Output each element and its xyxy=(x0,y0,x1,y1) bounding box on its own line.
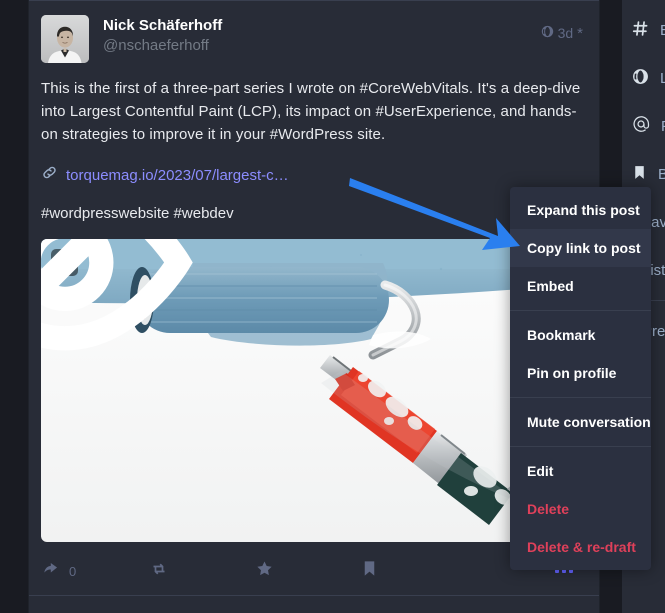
sidebar-label-explore: Explore xyxy=(660,22,665,39)
menu-item-embed[interactable]: Embed xyxy=(510,267,651,305)
favourite-button[interactable] xyxy=(255,559,361,583)
timestamp-text: 3d xyxy=(557,25,574,41)
status-timestamp[interactable]: 3d * xyxy=(541,25,583,41)
status-link-row[interactable]: torquemag.io/2023/07/largest-c… xyxy=(41,164,587,186)
sidebar-item-live-feeds[interactable]: Live feeds xyxy=(622,54,665,102)
author-display-name[interactable]: Nick Schäferhoff xyxy=(103,16,222,35)
star-icon xyxy=(255,559,274,583)
at-icon xyxy=(632,115,650,137)
status-content: This is the first of a three-part series… xyxy=(41,77,587,146)
status-header: Nick Schäferhoff @nschaeferhoff 3d * xyxy=(41,15,587,67)
menu-item-edit[interactable]: Edit xyxy=(510,452,651,490)
bookmark-icon xyxy=(632,164,647,185)
eye-slash-icon xyxy=(41,239,339,414)
sidebar-label-private-mentions: Private mentions xyxy=(661,118,665,135)
reply-arrow-icon xyxy=(43,559,62,583)
hide-media-button[interactable] xyxy=(41,239,193,351)
menu-divider-1 xyxy=(510,310,651,311)
mastodon-post-detail-screen: Nick Schäferhoff @nschaeferhoff 3d * Thi… xyxy=(0,0,665,613)
bookmark-icon xyxy=(361,559,378,583)
status-tags-line[interactable]: #wordpresswebsite #webdev xyxy=(41,205,587,222)
author-handle[interactable]: @nschaeferhoff xyxy=(103,35,222,56)
hashtag-icon xyxy=(632,20,649,41)
status-link[interactable]: torquemag.io/2023/07/largest-c… xyxy=(66,167,289,184)
hashtag-userexperience[interactable]: #UserExperience xyxy=(375,103,492,120)
menu-divider-3 xyxy=(510,446,651,447)
column-bottom-divider xyxy=(29,595,599,596)
globe-icon xyxy=(541,25,554,41)
menu-item-delete[interactable]: Delete xyxy=(510,490,651,528)
avatar[interactable] xyxy=(41,15,89,63)
chain-link-icon xyxy=(41,164,58,186)
menu-item-pin-on-profile[interactable]: Pin on profile xyxy=(510,354,651,392)
reply-count: 0 xyxy=(69,563,77,579)
sidebar-item-explore[interactable]: Explore xyxy=(622,6,665,54)
globe-icon xyxy=(632,68,649,89)
left-gutter xyxy=(0,0,28,613)
edited-marker: * xyxy=(577,25,583,42)
content-text-1: This is the first of a three-part series… xyxy=(41,80,360,97)
reply-button[interactable]: 0 xyxy=(43,559,149,583)
menu-item-bookmark[interactable]: Bookmark xyxy=(510,316,651,354)
bookmark-button[interactable] xyxy=(361,559,467,583)
menu-item-expand-this-post[interactable]: Expand this post xyxy=(510,191,651,229)
content-text-4: site. xyxy=(352,126,386,143)
status-media[interactable] xyxy=(41,239,589,542)
post-options-dropdown: Expand this post Copy link to post Embed… xyxy=(510,187,651,570)
boost-retweet-icon xyxy=(149,559,169,584)
sidebar-label-bookmarks: Bookmarks xyxy=(658,165,665,183)
sidebar-item-private-mentions[interactable]: Private mentions xyxy=(622,102,665,150)
hashtag-corewebvitals[interactable]: #CoreWebVitals xyxy=(360,80,469,97)
menu-item-copy-link-to-post[interactable]: Copy link to post xyxy=(510,229,651,267)
boost-button[interactable] xyxy=(149,559,255,584)
hashtag-wordpress[interactable]: #WordPress xyxy=(270,126,353,143)
menu-item-delete-and-redraft[interactable]: Delete & re-draft xyxy=(510,528,651,566)
menu-item-mute-conversation[interactable]: Mute conversation xyxy=(510,403,651,441)
sidebar-label-live-feeds: Live feeds xyxy=(660,69,665,87)
menu-divider-2 xyxy=(510,397,651,398)
author-name-block: Nick Schäferhoff @nschaeferhoff xyxy=(103,15,222,56)
